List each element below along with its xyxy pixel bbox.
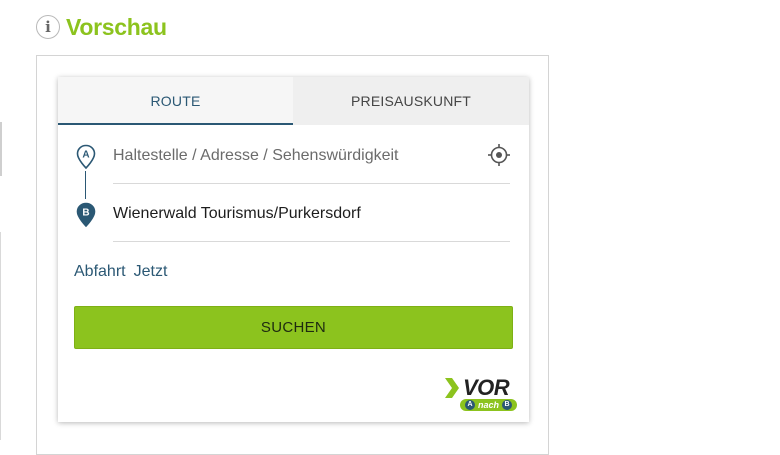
widget-tabs: ROUTE PREISAUSKUNFT [58,77,529,125]
departure-time-link[interactable]: Jetzt [134,263,168,281]
info-glyph: i [45,18,51,36]
origin-input[interactable] [113,147,473,165]
destination-field [113,199,509,229]
vor-tagline-b: B [502,400,512,410]
vor-tagline: A nach B [460,399,517,411]
route-planner-widget: ROUTE PREISAUSKUNFT A B Abfahrt Jetzt SU… [58,77,529,422]
left-panel-fragment [0,122,2,176]
info-icon[interactable]: i [36,15,60,39]
tab-route[interactable]: ROUTE [58,77,293,125]
tab-preisauskunft[interactable]: PREISAUSKUNFT [293,77,529,125]
origin-field-underline [113,183,510,184]
origin-marker-letter: A [82,150,89,161]
vor-tagline-mid: nach [477,400,499,410]
destination-field-underline [113,241,510,242]
destination-marker-icon: B [76,202,96,228]
preview-header: i Vorschau [36,12,167,42]
vor-tagline-a: A [464,400,475,410]
route-connector-line [85,171,86,199]
page-title: Vorschau [66,13,167,40]
search-button[interactable]: SUCHEN [74,306,513,349]
departure-time-selector: Abfahrt Jetzt [74,263,167,281]
destination-marker-letter: B [82,208,89,219]
destination-input[interactable] [113,205,473,223]
locate-crosshair-icon[interactable] [487,143,511,167]
vor-logo-word: VOR [463,375,510,400]
departure-mode-link[interactable]: Abfahrt [74,263,126,281]
left-panel-divider [0,232,1,440]
origin-marker-icon: A [76,144,96,170]
origin-field [113,141,509,171]
vor-chevron-icon [445,378,459,398]
vor-logo: VOR A nach B [443,375,519,413]
